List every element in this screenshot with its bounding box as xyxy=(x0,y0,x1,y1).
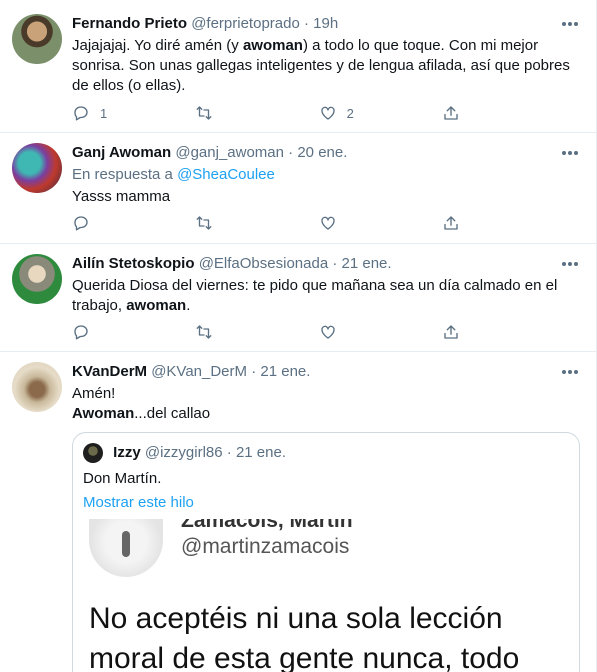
tweet-text: Yasss mamma xyxy=(72,188,171,205)
image-username: @martinzamacois xyxy=(181,535,350,558)
separator-dot: · xyxy=(251,363,257,380)
image-display-name: Zamacois, Martín xyxy=(181,519,353,532)
tweet[interactable]: Fernando Prieto @ferprietoprado · 19h Ja… xyxy=(0,0,596,133)
like-icon xyxy=(320,106,335,120)
reply-button[interactable] xyxy=(72,213,132,233)
like-button[interactable] xyxy=(319,322,379,342)
display-name[interactable]: Ailín Stetoskopio xyxy=(72,255,195,272)
username[interactable]: @ferprietoprado xyxy=(191,15,300,32)
share-icon xyxy=(444,216,458,230)
tweet-text: Amén! Awoman...del callao xyxy=(72,384,584,424)
reply-to-link[interactable]: @SheaCoulee xyxy=(177,166,275,183)
username[interactable]: @ElfaObsesionada xyxy=(199,255,328,272)
username[interactable]: @ganj_awoman xyxy=(175,144,284,161)
display-name[interactable]: Fernando Prieto xyxy=(72,15,187,32)
tweet[interactable]: KVanDerM @KVan_DerM · 21 ene. Amén! Awom… xyxy=(0,352,596,672)
separator-dot: · xyxy=(303,15,309,32)
reply-icon xyxy=(74,216,88,231)
quoted-tweet-text: Don Martín. xyxy=(83,470,162,487)
more-icon[interactable] xyxy=(560,254,580,274)
reply-context: En respuesta a @SheaCoulee xyxy=(72,165,584,185)
like-count: 2 xyxy=(346,105,354,121)
reply-prefix: En respuesta a xyxy=(72,166,173,183)
tweet[interactable]: Ailín Stetoskopio @ElfaObsesionada · 21 … xyxy=(0,244,596,352)
reply-button[interactable]: 1 xyxy=(72,103,132,123)
share-icon xyxy=(444,325,458,339)
timestamp[interactable]: 20 ene. xyxy=(297,144,347,161)
timestamp[interactable]: 21 ene. xyxy=(342,255,392,272)
more-icon[interactable] xyxy=(560,143,580,163)
share-button[interactable] xyxy=(442,213,502,233)
retweet-button[interactable] xyxy=(195,103,255,123)
tweet-text-line: Awoman...del callao xyxy=(72,405,211,422)
reply-icon xyxy=(74,325,88,340)
avatar xyxy=(83,443,103,464)
share-button[interactable] xyxy=(442,103,502,123)
quoted-tweet[interactable]: Izzy @izzygirl86 · 21 ene. Don Martín. M… xyxy=(72,432,580,672)
tweet-header: Ailín Stetoskopio @ElfaObsesionada · 21 … xyxy=(72,254,584,274)
like-icon xyxy=(320,216,335,230)
tweet-text: Querida Diosa del viernes: te pido que m… xyxy=(72,277,558,314)
tweet-text-line: Amén! xyxy=(72,385,116,402)
display-name[interactable]: Ganj Awoman xyxy=(72,144,171,161)
timestamp[interactable]: 19h xyxy=(313,15,338,32)
separator-dot: · xyxy=(288,144,294,161)
timeline: Fernando Prieto @ferprietoprado · 19h Ja… xyxy=(0,0,597,672)
retweet-icon xyxy=(196,106,212,120)
image-avatar xyxy=(89,519,163,577)
more-icon[interactable] xyxy=(560,14,580,34)
avatar[interactable] xyxy=(12,362,62,412)
like-button[interactable] xyxy=(319,213,379,233)
retweet-button[interactable] xyxy=(195,213,255,233)
tweet-actions: 1 2 xyxy=(72,103,502,123)
tweet-actions xyxy=(72,322,502,342)
tweet[interactable]: Ganj Awoman @ganj_awoman · 20 ene. En re… xyxy=(0,133,596,244)
tweet-text: Jajajajaj. Yo diré amén (y awoman) a tod… xyxy=(72,37,570,94)
display-name[interactable]: KVanDerM xyxy=(72,363,147,380)
retweet-icon xyxy=(196,216,212,230)
separator-dot: · xyxy=(226,444,232,461)
avatar[interactable] xyxy=(12,254,62,304)
separator-dot: · xyxy=(332,255,338,272)
tweet-header: Fernando Prieto @ferprietoprado · 19h xyxy=(72,14,584,34)
share-button[interactable] xyxy=(442,322,502,342)
reply-icon xyxy=(74,106,88,121)
tweet-header: KVanDerM @KVan_DerM · 21 ene. xyxy=(72,362,584,382)
reply-button[interactable] xyxy=(72,322,132,342)
share-icon xyxy=(444,106,458,120)
like-button[interactable]: 2 xyxy=(319,103,379,123)
retweet-button[interactable] xyxy=(195,322,255,342)
retweet-icon xyxy=(196,325,212,339)
timestamp[interactable]: 21 ene. xyxy=(260,363,310,380)
like-icon xyxy=(320,325,335,339)
avatar[interactable] xyxy=(12,14,62,64)
display-name: Izzy xyxy=(113,444,141,461)
image-text-line: No aceptéis ni una sola lección xyxy=(89,602,503,635)
more-icon[interactable] xyxy=(560,362,580,382)
username[interactable]: @KVan_DerM xyxy=(151,363,247,380)
show-thread-link[interactable]: Mostrar este hilo xyxy=(83,493,194,513)
quoted-tweet-header: Izzy @izzygirl86 · 21 ene. xyxy=(83,443,286,464)
avatar[interactable] xyxy=(12,143,62,193)
tweet-header: Ganj Awoman @ganj_awoman · 20 ene. xyxy=(72,143,584,163)
username: @izzygirl86 xyxy=(144,444,223,461)
image-text: No aceptéis ni una sola lección moral de… xyxy=(89,599,519,672)
reply-count: 1 xyxy=(100,105,108,121)
timestamp: 21 ene. xyxy=(235,444,286,461)
quoted-tweet-image[interactable]: Zamacois, Martín @martinzamacois No acep… xyxy=(73,519,579,672)
image-text-line: moral de esta gente nunca, todo xyxy=(89,642,520,672)
tweet-actions xyxy=(72,213,502,233)
